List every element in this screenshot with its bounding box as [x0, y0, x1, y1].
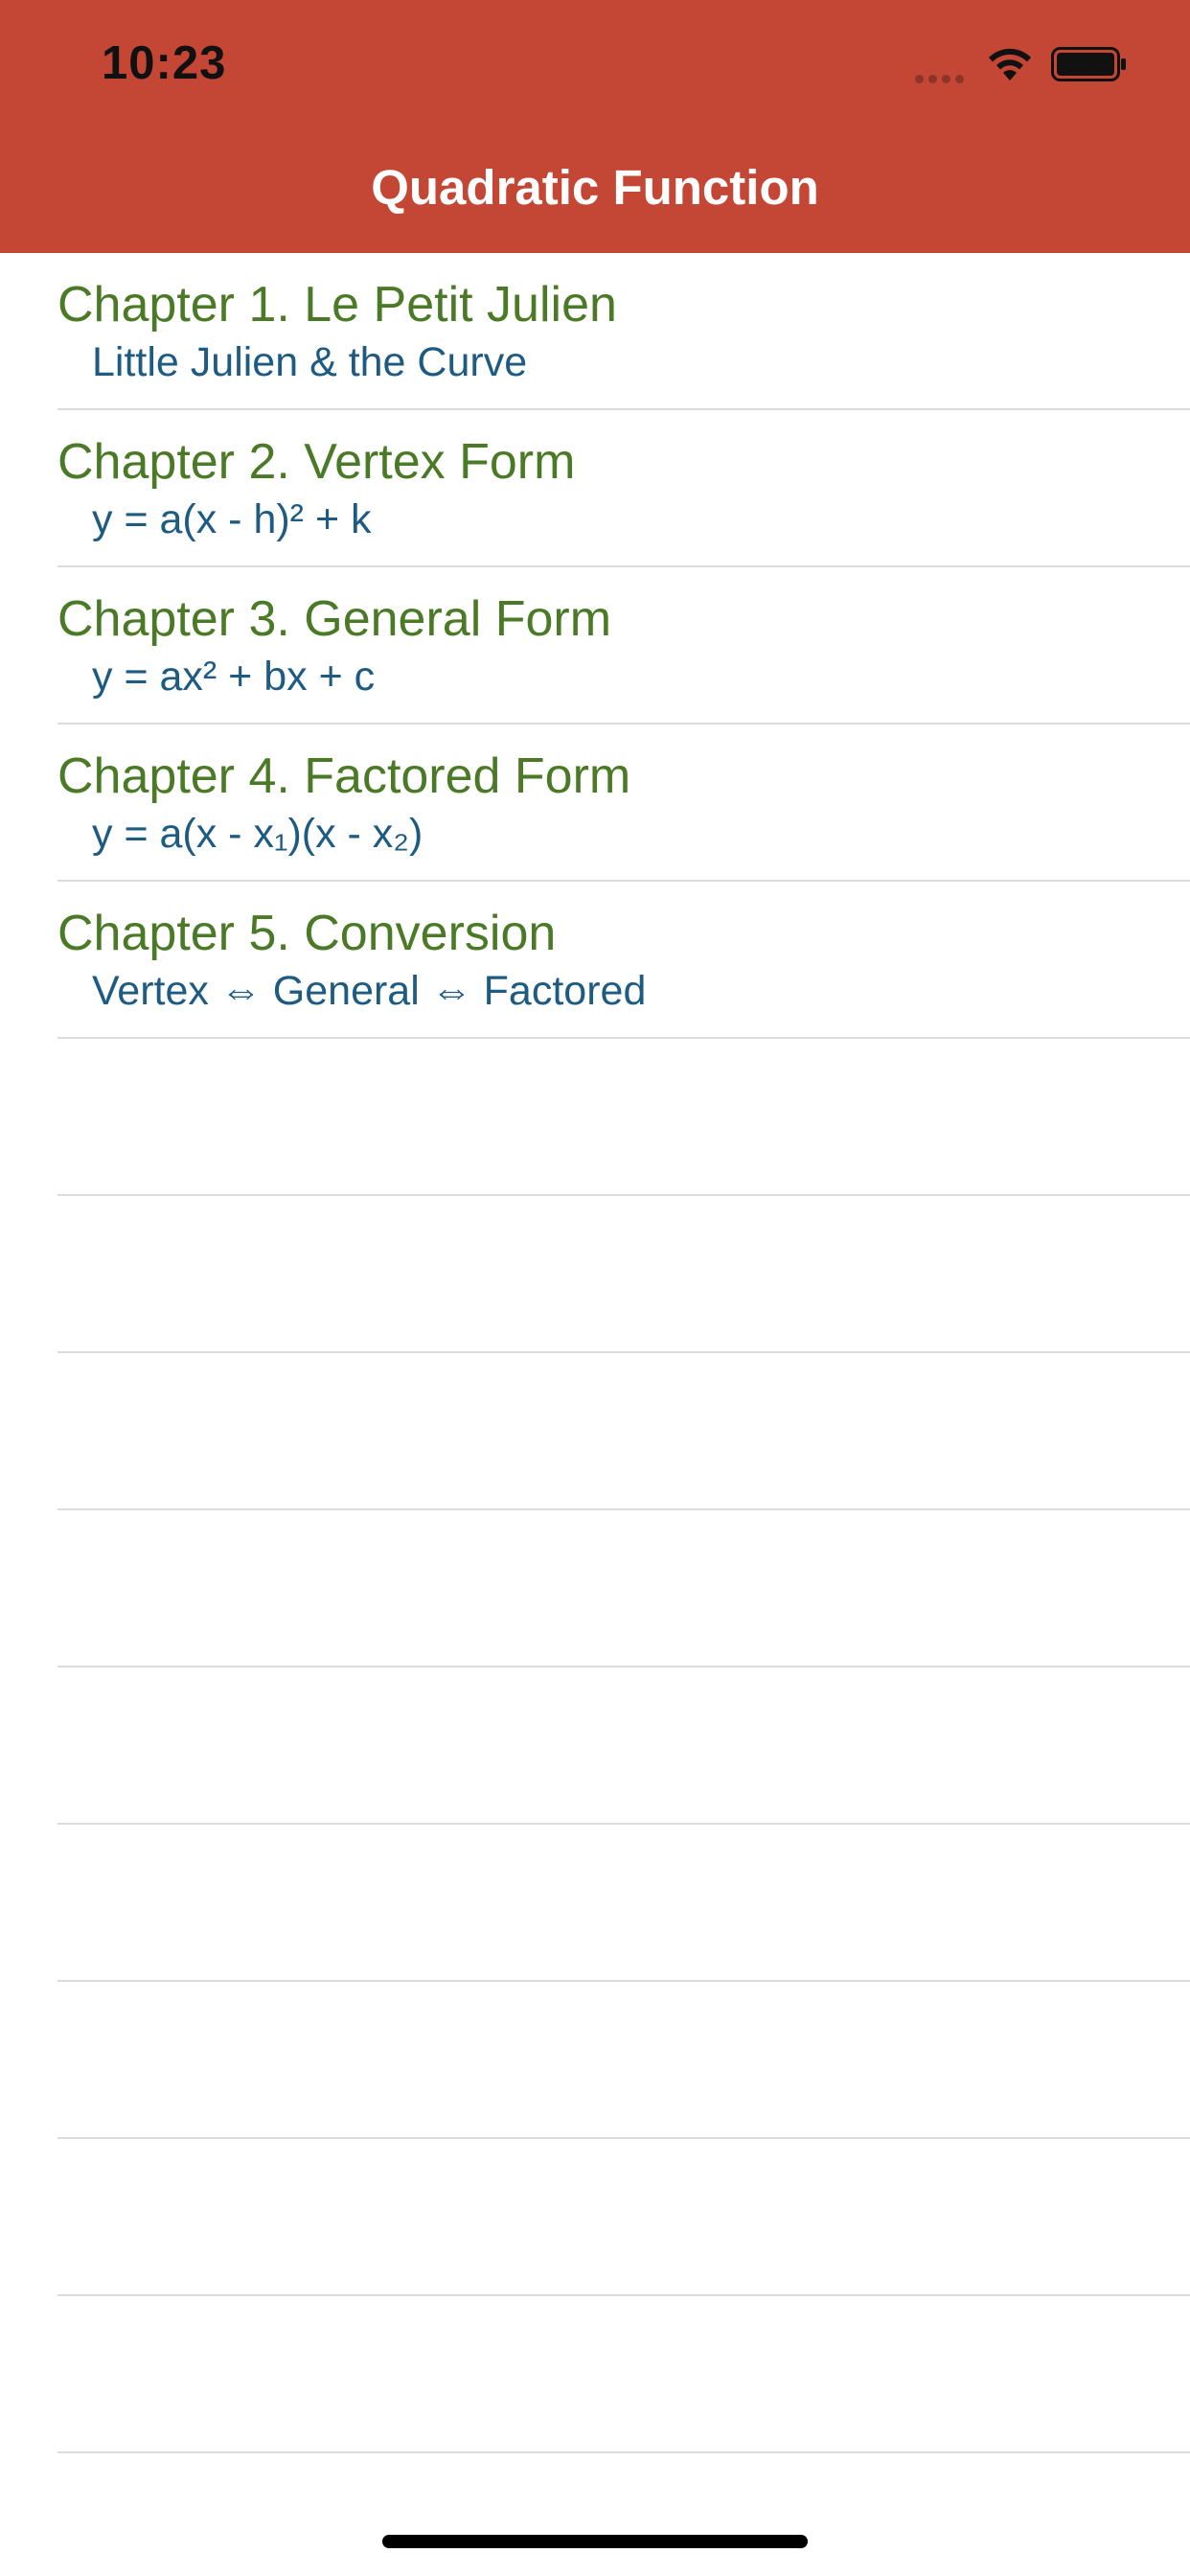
- empty-row: [57, 1982, 1190, 2139]
- list-item-chapter-2[interactable]: Chapter 2. Vertex Form y = a(x - h)² + k: [57, 410, 1190, 567]
- wifi-icon: [989, 48, 1031, 80]
- navigation-header: 10:23 Quadratic Function: [0, 0, 1190, 253]
- signal-icon: [915, 71, 971, 83]
- chapter-subtitle: y = a(x - h)² + k: [92, 496, 372, 542]
- chapter-title: Chapter 1. Le Petit Julien: [57, 277, 617, 333]
- empty-row: [57, 1039, 1190, 1196]
- chapter-title: Chapter 5. Conversion: [57, 906, 557, 961]
- battery-icon: [1051, 47, 1126, 81]
- empty-row: [57, 1510, 1190, 1668]
- empty-row: [57, 2139, 1190, 2296]
- home-indicator[interactable]: [382, 2535, 808, 2548]
- status-time: 10:23: [102, 37, 227, 89]
- chapter-subtitle: y = ax² + bx + c: [92, 654, 376, 700]
- list-item-chapter-3[interactable]: Chapter 3. General Form y = ax² + bx + c: [57, 567, 1190, 724]
- empty-row: [57, 1825, 1190, 1982]
- empty-row: [57, 1196, 1190, 1353]
- list-item-chapter-1[interactable]: Chapter 1. Le Petit Julien Little Julien…: [57, 253, 1190, 410]
- chapter-title: Chapter 3. General Form: [57, 591, 612, 647]
- chapter-list: Chapter 1. Le Petit Julien Little Julien…: [0, 253, 1190, 2453]
- chapter-title: Chapter 4. Factored Form: [57, 748, 631, 804]
- list-item-chapter-4[interactable]: Chapter 4. Factored Form y = a(x - x₁)(x…: [57, 724, 1190, 882]
- chapter-subtitle: Vertex ⇔ General ⇔ Factored: [92, 968, 647, 1014]
- chapter-title: Chapter 2. Vertex Form: [57, 434, 576, 490]
- page-title: Quadratic Function: [371, 160, 819, 215]
- empty-row: [57, 1353, 1190, 1510]
- empty-row: [57, 1668, 1190, 1825]
- chapter-subtitle: Little Julien & the Curve: [92, 339, 528, 385]
- chapter-subtitle: y = a(x - x₁)(x - x₂): [92, 811, 423, 857]
- empty-row: [57, 2296, 1190, 2453]
- list-item-chapter-5[interactable]: Chapter 5. Conversion Vertex ⇔ General ⇔…: [57, 882, 1190, 1039]
